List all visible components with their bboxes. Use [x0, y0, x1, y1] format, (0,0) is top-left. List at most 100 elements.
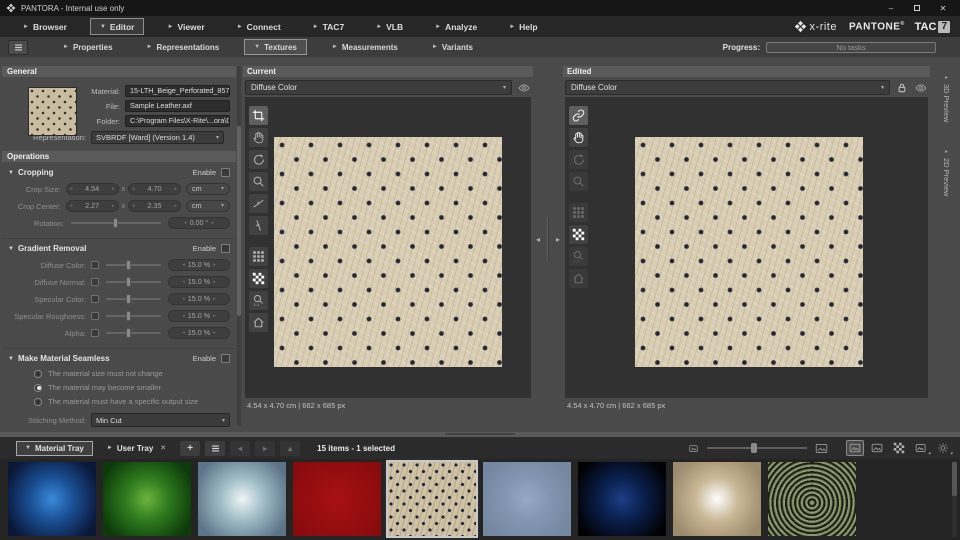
menu-editor[interactable]: ▼Editor [90, 18, 145, 35]
checker-background-button[interactable] [890, 440, 908, 456]
crop-size-y-spinner[interactable]: ◂4.70▸ [128, 183, 181, 195]
menu-tac7[interactable]: ►TAC7 [304, 19, 354, 34]
current-reset-view-tool-button[interactable] [249, 313, 268, 332]
current-tiling-grid-tool-button[interactable] [249, 247, 268, 266]
gradient-slider[interactable] [106, 332, 161, 334]
radio-icon[interactable] [34, 370, 42, 378]
gradient-slider[interactable] [106, 281, 161, 283]
nav-up-button[interactable]: ▴ [280, 441, 300, 456]
edited-reset-view-tool-button[interactable] [569, 269, 588, 288]
current-zoom-actual-size-tool-button[interactable]: 1:1 [249, 291, 268, 310]
lock-icon[interactable] [895, 81, 909, 95]
gradient-value[interactable]: ◂15.0 %▸ [168, 293, 230, 305]
rotation-value[interactable]: ◂0.00 °▸ [168, 217, 230, 229]
detail-view-button[interactable] [868, 440, 886, 456]
edited-tiling-grid-tool-button[interactable] [569, 203, 588, 222]
folder-path-input[interactable]: C:\Program Files\X-Rite\...ora\Data\AxF\… [125, 115, 230, 127]
radio-icon[interactable] [34, 398, 42, 406]
gradient-slider[interactable] [106, 264, 161, 266]
tray-list-button[interactable] [205, 441, 225, 456]
seamless-enable-checkbox[interactable] [221, 354, 230, 363]
channel-checkbox[interactable] [91, 312, 99, 320]
current-pan-tool-button[interactable] [249, 128, 268, 147]
thumbnail-size-slider[interactable] [707, 447, 807, 449]
edited-zoom-tool-button[interactable] [569, 172, 588, 191]
edited-rotate-view-tool-button[interactable] [569, 150, 588, 169]
file-name-input[interactable]: Sample Leather.axf [125, 100, 230, 112]
collapse-left-button[interactable]: ◂ [533, 233, 543, 246]
properties-scrollbar[interactable] [237, 66, 241, 426]
current-measure-vertical-tool-button[interactable] [249, 216, 268, 235]
current-channel-select[interactable]: Diffuse Color▾ [245, 80, 512, 95]
tab-3d-preview[interactable]: ▸3D Preview [942, 74, 951, 122]
tray-item-green-radial[interactable] [103, 462, 191, 536]
edited-checker-overlay-tool-button[interactable] [569, 225, 588, 244]
collapse-triangle-icon[interactable]: ▼ [8, 246, 14, 252]
visibility-eye-icon[interactable] [517, 81, 531, 95]
crop-center-unit-select[interactable]: cm▾ [186, 200, 230, 212]
gradient-slider[interactable] [106, 298, 161, 300]
material-name-input[interactable]: 15-LTH_Beige_Perforated_8579 [125, 85, 230, 97]
tab-representations[interactable]: ►Representations [138, 40, 229, 54]
slider-thumb[interactable] [113, 218, 118, 228]
current-measure-horizontal-tool-button[interactable] [249, 194, 268, 213]
tray-scrollbar[interactable] [952, 461, 957, 537]
current-crop-tool-button[interactable] [249, 106, 268, 125]
menu-analyze[interactable]: ►Analyze [426, 19, 486, 34]
tray-tab-user-tray[interactable]: ►User Tray✕ [99, 441, 174, 456]
tab-measurements[interactable]: ►Measurements [323, 40, 407, 54]
visibility-eye-icon[interactable] [914, 81, 928, 95]
tray-item-blue-radial[interactable] [8, 462, 96, 536]
menu-vlb[interactable]: ►VLB [367, 19, 412, 34]
tray-item-slate-blue[interactable] [483, 462, 571, 536]
current-zoom-tool-button[interactable] [249, 172, 268, 191]
menu-connect[interactable]: ►Connect [228, 19, 290, 34]
menu-viewer[interactable]: ►Viewer [158, 19, 213, 34]
tray-item-black-blue-glow[interactable] [578, 462, 666, 536]
edited-pan-tool-button[interactable] [569, 128, 588, 147]
edited-link-views-tool-button[interactable] [569, 106, 588, 125]
current-rotate-view-tool-button[interactable] [249, 150, 268, 169]
tab-properties[interactable]: ►Properties [54, 40, 122, 54]
render-settings-dropdown-button[interactable]: ▾ [934, 440, 952, 456]
panel-menu-button[interactable] [8, 40, 28, 55]
current-checker-overlay-tool-button[interactable] [249, 269, 268, 288]
gradient-value[interactable]: ◂15.0 %▸ [168, 259, 230, 271]
collapse-triangle-icon[interactable]: ▼ [8, 356, 14, 362]
slider-thumb[interactable] [751, 443, 757, 453]
seamless-radio-option[interactable]: The material must have a specific output… [34, 397, 230, 406]
tray-item-dark-red[interactable] [293, 462, 381, 536]
seamless-radio-option[interactable]: The material size must not change [34, 369, 230, 378]
gradient-value[interactable]: ◂15.0 %▸ [168, 327, 230, 339]
crop-size-x-spinner[interactable]: ◂4.54▸ [66, 183, 119, 195]
gradient-slider[interactable] [106, 315, 161, 317]
crop-size-unit-select[interactable]: cm▾ [186, 183, 230, 195]
gradient-value[interactable]: ◂15.0 %▸ [168, 310, 230, 322]
nav-next-button[interactable]: ▸ [255, 441, 275, 456]
channel-checkbox[interactable] [91, 295, 99, 303]
crop-center-x-spinner[interactable]: ◂2.27▸ [66, 200, 119, 212]
thumbnail-mode-dropdown-button[interactable]: ▾ [912, 440, 930, 456]
current-texture-image[interactable] [274, 137, 502, 367]
minimize-button[interactable]: – [878, 0, 904, 16]
radio-icon[interactable] [34, 384, 42, 392]
maximize-button[interactable] [904, 0, 930, 16]
gradient-value[interactable]: ◂15.0 %▸ [168, 276, 230, 288]
splitter-grip[interactable] [445, 433, 515, 435]
stitching-method-select[interactable]: Min Cut▾ [91, 413, 230, 427]
edited-channel-select[interactable]: Diffuse Color▾ [565, 80, 890, 95]
tab-variants[interactable]: ►Variants [423, 40, 482, 54]
tray-item-olive-knit[interactable] [768, 462, 856, 536]
thumbnail-view-button[interactable] [846, 440, 864, 456]
rotation-slider[interactable] [71, 222, 161, 224]
tray-tab-material-tray[interactable]: ▼Material Tray [16, 441, 93, 456]
menu-help[interactable]: ►Help [500, 19, 546, 34]
tray-item-steel-glow[interactable] [198, 462, 286, 536]
edited-zoom-actual-size-tool-button[interactable]: 1:1 [569, 247, 588, 266]
menu-browser[interactable]: ►Browser [14, 19, 76, 34]
tray-item-tan-glow[interactable] [673, 462, 761, 536]
cropping-enable-checkbox[interactable] [221, 168, 230, 177]
channel-checkbox[interactable] [91, 329, 99, 337]
add-tray-button[interactable]: + [180, 441, 200, 456]
nav-previous-button[interactable]: ◂ [230, 441, 250, 456]
